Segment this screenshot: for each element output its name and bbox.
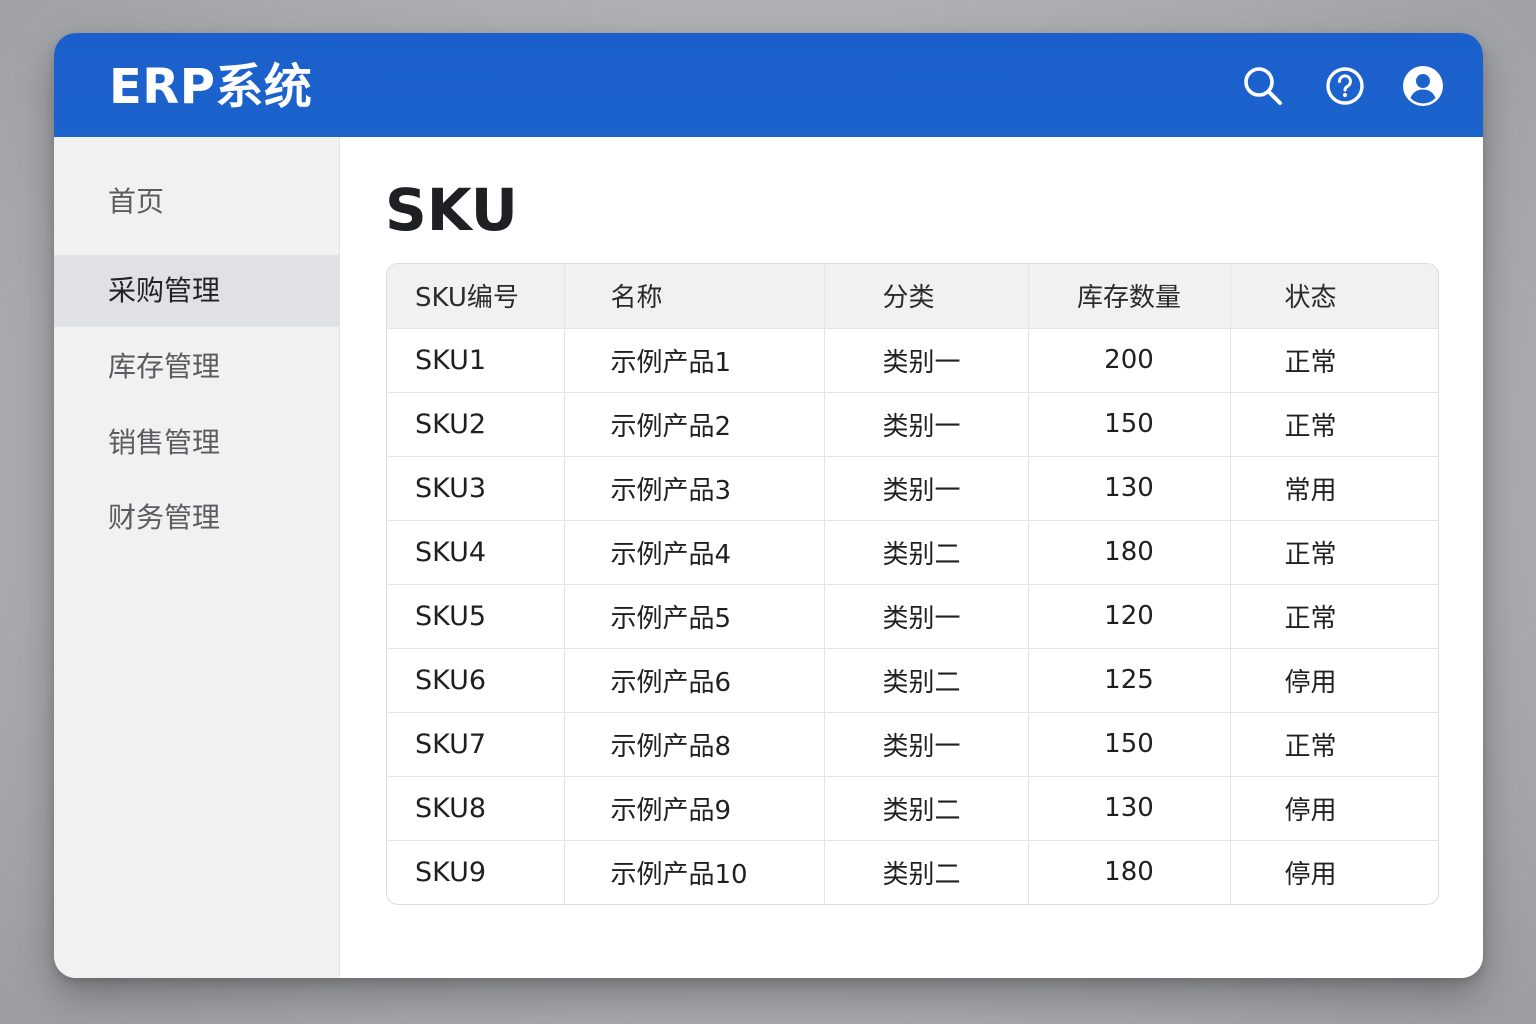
cell-category: 类别二	[824, 520, 1029, 585]
help-icon[interactable]	[1324, 65, 1366, 107]
cell-category: 类别一	[824, 584, 1029, 649]
cell-sku-id: SKU9	[387, 840, 565, 904]
cell-category: 类别二	[824, 840, 1029, 904]
cell-name: 示例产品8	[564, 712, 825, 777]
table-row[interactable]: SKU9 示例产品10 类别二 180 停用	[387, 840, 1438, 904]
top-bar: ERP系统	[54, 33, 1483, 137]
cell-sku-id: SKU7	[387, 712, 565, 777]
cell-status: 正常	[1230, 392, 1438, 457]
app-window: ERP系统 首页 采购管理 库存管理 销售管理 财务管理 SKU SKU编号 名…	[54, 33, 1483, 978]
cell-name: 示例产品9	[564, 776, 825, 841]
cell-status: 常用	[1230, 456, 1438, 521]
cell-stock: 130	[1028, 456, 1231, 521]
column-header-sku-id[interactable]: SKU编号	[387, 264, 565, 329]
user-avatar-icon[interactable]	[1402, 65, 1444, 107]
cell-sku-id: SKU2	[387, 392, 565, 457]
cell-sku-id: SKU5	[387, 584, 565, 649]
page-title: SKU	[385, 176, 518, 244]
app-title: ERP系统	[109, 59, 313, 115]
cell-status: 正常	[1230, 712, 1438, 777]
sidebar-item-inventory[interactable]: 库存管理	[54, 331, 340, 403]
table-row[interactable]: SKU8 示例产品9 类别二 130 停用	[387, 776, 1438, 841]
column-header-stock[interactable]: 库存数量	[1028, 264, 1231, 329]
cell-category: 类别一	[824, 456, 1029, 521]
cell-status: 正常	[1230, 584, 1438, 649]
cell-category: 类别一	[824, 392, 1029, 457]
sidebar-item-home[interactable]: 首页	[54, 166, 340, 238]
cell-stock: 150	[1028, 392, 1231, 457]
table-header-row: SKU编号 名称 分类 库存数量 状态	[387, 264, 1438, 329]
cell-name: 示例产品6	[564, 648, 825, 713]
cell-category: 类别一	[824, 328, 1029, 393]
cell-stock: 125	[1028, 648, 1231, 713]
cell-status: 正常	[1230, 328, 1438, 393]
table-row[interactable]: SKU3 示例产品3 类别一 130 常用	[387, 456, 1438, 521]
cell-status: 停用	[1230, 648, 1438, 713]
cell-category: 类别二	[824, 776, 1029, 841]
cell-status: 停用	[1284, 859, 1337, 890]
cell-stock: 120	[1028, 584, 1231, 649]
search-icon[interactable]	[1242, 65, 1284, 107]
column-header-name[interactable]: 名称	[564, 264, 825, 329]
column-header-category[interactable]: 分类	[824, 264, 1029, 329]
cell-stock: 200	[1028, 328, 1231, 393]
column-header-status[interactable]: 状态	[1230, 264, 1438, 329]
sidebar-item-finance[interactable]: 财务管理	[54, 482, 340, 554]
cell-name: 示例产品4	[564, 520, 825, 585]
cell-stock: 150	[1028, 712, 1231, 777]
cell-sku-id: SKU3	[387, 456, 565, 521]
cell-name: 示例产品3	[564, 456, 825, 521]
table-row[interactable]: SKU5 示例产品5 类别一 120 正常	[387, 584, 1438, 649]
cell-stock: 180	[1028, 520, 1231, 585]
table-row[interactable]: SKU6 示例产品6 类别二 125 停用	[387, 648, 1438, 713]
table-row[interactable]: SKU2 示例产品2 类别一 150 正常	[387, 392, 1438, 457]
sidebar-item-purchasing[interactable]: 采购管理	[54, 255, 340, 327]
cell-name: 示例产品10	[564, 840, 825, 904]
cell-name: 示例产品2	[564, 392, 825, 457]
cell-stock: 180	[1028, 840, 1231, 904]
cell-category: 类别二	[824, 648, 1029, 713]
cell-status: 停用	[1230, 776, 1438, 841]
cell-sku-id: SKU6	[387, 648, 565, 713]
cell-sku-id: SKU1	[387, 328, 565, 393]
cell-sku-id: SKU8	[387, 776, 565, 841]
sku-table: SKU编号 名称 分类 库存数量 状态 SKU1 示例产品1 类别一 200 正…	[386, 263, 1439, 905]
table-row[interactable]: SKU1 示例产品1 类别一 200 正常	[387, 328, 1438, 393]
cell-category: 类别一	[824, 712, 1029, 777]
table-row[interactable]: SKU4 示例产品4 类别二 180 正常	[387, 520, 1438, 585]
cell-name: 示例产品5	[564, 584, 825, 649]
cell-name: 示例产品1	[564, 328, 825, 393]
table-row[interactable]: SKU7 示例产品8 类别一 150 正常	[387, 712, 1438, 777]
cell-stock: 130	[1028, 776, 1231, 841]
cell-sku-id: SKU4	[387, 520, 565, 585]
sidebar: 首页 采购管理 库存管理 销售管理 财务管理	[54, 137, 340, 978]
main-content: SKU SKU编号 名称 分类 库存数量 状态 SKU1 示例产品1 类别一 2…	[340, 137, 1483, 978]
cell-status: 正常	[1230, 520, 1438, 585]
sidebar-item-sales[interactable]: 销售管理	[54, 407, 340, 479]
